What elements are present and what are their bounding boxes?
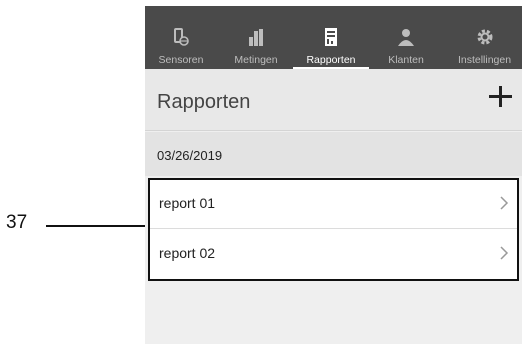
tab-label: Instellingen — [457, 54, 512, 66]
gear-icon — [477, 29, 492, 45]
page-title: Rapporten — [157, 91, 251, 113]
list-item[interactable]: report 02 — [150, 230, 517, 279]
report-label: report 01 — [159, 195, 216, 211]
tab-metingen[interactable]: Metingen — [219, 6, 293, 69]
callout-annotation: 37 — [0, 213, 150, 233]
bar-chart-icon — [249, 29, 263, 46]
page-header: Rapporten — [145, 69, 522, 131]
tab-rapporten[interactable]: Rapporten — [293, 6, 369, 69]
tab-label: Sensoren — [158, 54, 204, 66]
report-list: report 01 report 02 — [148, 178, 519, 281]
report-label: report 02 — [159, 245, 216, 261]
chevron-right-icon — [500, 246, 509, 260]
sensor-icon — [174, 28, 189, 46]
add-report-button[interactable] — [486, 83, 514, 111]
tab-klanten[interactable]: Klanten — [371, 6, 441, 69]
chevron-right-icon — [500, 196, 509, 210]
tab-sensoren[interactable]: Sensoren — [145, 6, 217, 69]
tab-label: Metingen — [234, 54, 278, 66]
app-screen: Sensoren Metingen Rapporten Klanten Inst… — [145, 6, 522, 344]
tab-label: Rapporten — [306, 54, 356, 66]
tab-label: Klanten — [388, 54, 424, 66]
report-icon — [325, 28, 337, 46]
report-date: 03/26/2019 — [157, 148, 223, 163]
list-item[interactable]: report 01 — [150, 180, 517, 229]
tab-instellingen[interactable]: Instellingen — [447, 6, 522, 69]
customer-icon — [398, 29, 414, 46]
callout-number: 37 — [6, 212, 28, 233]
section-date-header: 03/26/2019 — [145, 132, 522, 176]
top-nav-bar: Sensoren Metingen Rapporten Klanten Inst… — [145, 6, 522, 69]
callout-leader-line — [46, 225, 150, 227]
